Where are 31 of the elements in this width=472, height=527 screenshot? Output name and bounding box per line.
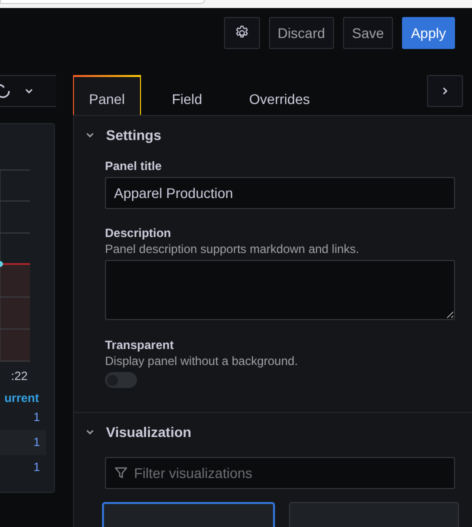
field-description: Panel description supports markdown and links.	[105, 242, 360, 256]
chevron-down-icon	[24, 87, 34, 95]
filter-field[interactable]: Filter visualizations	[105, 457, 455, 489]
section-header[interactable]: Visualization	[74, 421, 192, 441]
toolbar-button[interactable]: Discard	[268, 17, 334, 49]
chevron-right-icon	[441, 86, 449, 96]
filter-icon	[114, 466, 128, 480]
panel-title-input[interactable]: Apparel Production	[105, 177, 455, 209]
legend-row[interactable]: 1	[0, 430, 46, 455]
field-label: Panel title	[105, 159, 162, 173]
time-axis-label: :22	[11, 369, 29, 383]
legend-column-header[interactable]: urrent	[0, 391, 39, 405]
field-label: Transparent	[105, 338, 174, 352]
field-label: Description	[105, 226, 172, 240]
next-button[interactable]	[427, 75, 463, 107]
tab[interactable]: Overrides	[233, 75, 326, 115]
transparent-switch[interactable]	[105, 372, 137, 388]
tab[interactable]: Field	[156, 75, 218, 115]
settings-button[interactable]	[224, 17, 260, 49]
legend-row[interactable]: 1	[0, 405, 46, 430]
field-description: Display panel without a background.	[105, 354, 298, 368]
chevron-icon	[85, 131, 95, 139]
refresh-button-group[interactable]	[0, 75, 56, 107]
description-textarea[interactable]	[105, 260, 455, 320]
apply-button[interactable]: Apply	[402, 17, 455, 49]
section-header[interactable]: Settings	[74, 124, 162, 144]
toolbar-button[interactable]: Save	[343, 17, 393, 49]
legend-row[interactable]: 1	[0, 455, 46, 480]
address-bar[interactable]	[0, 0, 205, 4]
tab[interactable]: Panel	[73, 75, 141, 115]
chevron-icon	[85, 428, 95, 436]
